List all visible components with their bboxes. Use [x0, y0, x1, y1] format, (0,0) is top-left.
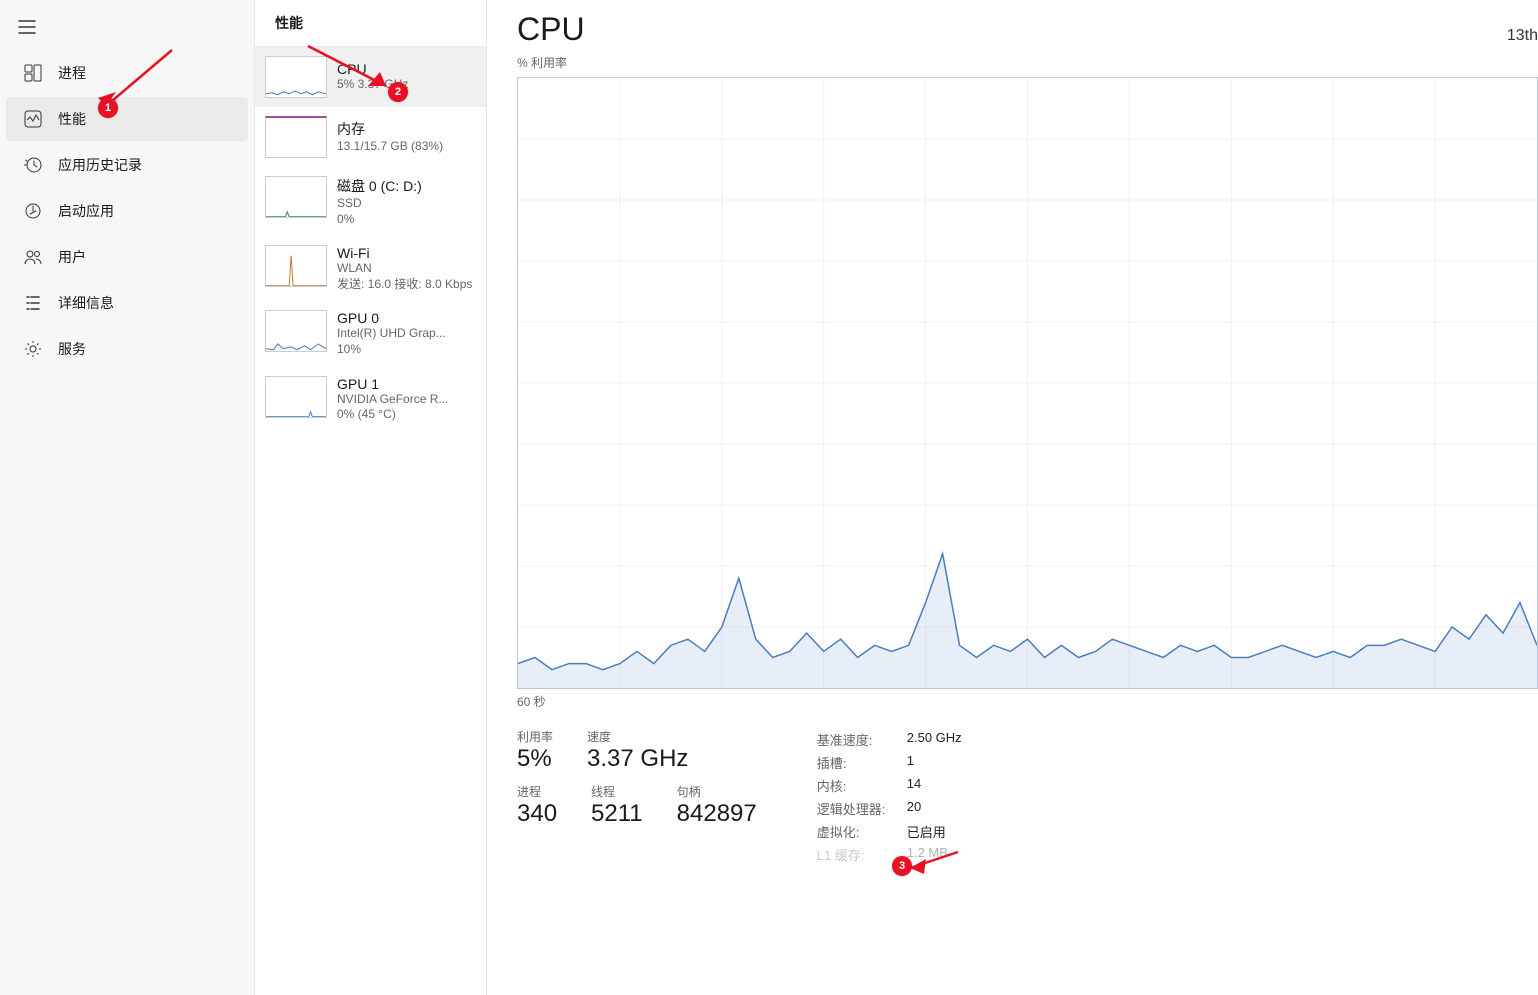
performance-icon [24, 110, 42, 128]
sidebar: 进程 性能 应用历史记录 启动应用 用户 详细信息 服务 [0, 0, 255, 995]
resource-sub: WLAN [337, 261, 472, 277]
resource-sub2: 0% [337, 212, 422, 228]
menu-toggle[interactable] [0, 10, 254, 49]
sidebar-item-label: 进程 [58, 63, 86, 83]
annotation-badge-3: 3 [892, 856, 912, 876]
main-detail: CPU 13th % 利用率 60 秒 利用率 5% [487, 0, 1538, 995]
resource-title: GPU 1 [337, 376, 448, 392]
disk-thumb [265, 176, 327, 218]
startup-icon [24, 202, 42, 220]
kv-lp-k: 逻辑处理器: [817, 799, 907, 818]
x-axis-label: 60 秒 [517, 693, 1538, 710]
sidebar-item-app-history[interactable]: 应用历史记录 [6, 143, 248, 187]
cpu-model: 13th [1507, 27, 1538, 45]
sidebar-item-services[interactable]: 服务 [6, 327, 248, 371]
hnd-value: 842897 [677, 800, 757, 828]
resource-sub2: 10% [337, 342, 446, 358]
util-label: 利用率 [517, 728, 553, 745]
cpu-spec-table: 基准速度:2.50 GHz 插槽:1 内核:14 逻辑处理器:20 虚拟化:已启… [817, 728, 962, 866]
sidebar-item-label: 启动应用 [58, 201, 114, 221]
speed-value: 3.37 GHz [587, 745, 688, 773]
resource-item-gpu0[interactable]: GPU 0 Intel(R) UHD Grap... 10% [255, 301, 486, 366]
sidebar-item-label: 用户 [58, 247, 86, 267]
annotation-arrow-2 [300, 42, 400, 102]
resource-title: Wi-Fi [337, 245, 472, 261]
resource-sub: Intel(R) UHD Grap... [337, 326, 446, 342]
resource-sub: SSD [337, 196, 422, 212]
detail-heading: CPU [517, 11, 585, 48]
resource-item-memory[interactable]: 内存 13.1/15.7 GB (83%) [255, 107, 486, 167]
history-icon [24, 156, 42, 174]
gpu0-thumb [265, 310, 327, 352]
hnd-label: 句柄 [677, 783, 757, 800]
sidebar-item-details[interactable]: 详细信息 [6, 281, 248, 325]
kv-core-v: 14 [907, 776, 921, 795]
sidebar-item-label: 详细信息 [58, 293, 114, 313]
sidebar-item-startup[interactable]: 启动应用 [6, 189, 248, 233]
resource-panel: 性能 CPU 5% 3.37 GHz 内存 13.1/15.7 GB (83%)… [255, 0, 487, 995]
resource-sub2: 0% (45 °C) [337, 407, 448, 423]
sidebar-item-label: 服务 [58, 339, 86, 359]
users-icon [24, 248, 42, 266]
y-axis-label: % 利用率 [517, 54, 1538, 71]
resource-sub: NVIDIA GeForce R... [337, 392, 448, 408]
services-icon [24, 340, 42, 358]
speed-label: 速度 [587, 728, 688, 745]
proc-value: 340 [517, 800, 557, 828]
gpu1-thumb [265, 376, 327, 418]
kv-sock-k: 插槽: [817, 753, 907, 772]
processes-icon [24, 64, 42, 82]
resource-item-wifi[interactable]: Wi-Fi WLAN 发送: 16.0 接收: 8.0 Kbps [255, 236, 486, 301]
cpu-utilization-chart [517, 77, 1538, 689]
kv-core-k: 内核: [817, 776, 907, 795]
kv-virt-v: 已启用 [907, 822, 946, 841]
resource-title: 内存 [337, 119, 443, 139]
thr-label: 线程 [591, 783, 643, 800]
wifi-thumb [265, 245, 327, 287]
kv-virt-k: 虚拟化: [817, 822, 907, 841]
memory-thumb [265, 116, 327, 158]
kv-sock-v: 1 [907, 753, 914, 772]
kv-base-k: 基准速度: [817, 730, 907, 749]
annotation-badge-2: 2 [388, 82, 408, 102]
thr-value: 5211 [591, 800, 643, 828]
hamburger-icon [18, 18, 36, 36]
resource-item-gpu1[interactable]: GPU 1 NVIDIA GeForce R... 0% (45 °C) [255, 367, 486, 432]
resource-title: GPU 0 [337, 310, 446, 326]
kv-base-v: 2.50 GHz [907, 730, 962, 749]
sidebar-item-users[interactable]: 用户 [6, 235, 248, 279]
resource-title: 磁盘 0 (C: D:) [337, 176, 422, 196]
panel-title: 性能 [255, 0, 486, 47]
resource-sub2: 发送: 16.0 接收: 8.0 Kbps [337, 277, 472, 293]
util-value: 5% [517, 745, 553, 773]
resource-item-disk[interactable]: 磁盘 0 (C: D:) SSD 0% [255, 167, 486, 236]
kv-lp-v: 20 [907, 799, 921, 818]
sidebar-item-label: 性能 [58, 109, 86, 129]
resource-sub: 13.1/15.7 GB (83%) [337, 139, 443, 155]
proc-label: 进程 [517, 783, 557, 800]
annotation-badge-1: 1 [98, 98, 118, 118]
sidebar-item-label: 应用历史记录 [58, 155, 142, 175]
details-icon [24, 294, 42, 312]
